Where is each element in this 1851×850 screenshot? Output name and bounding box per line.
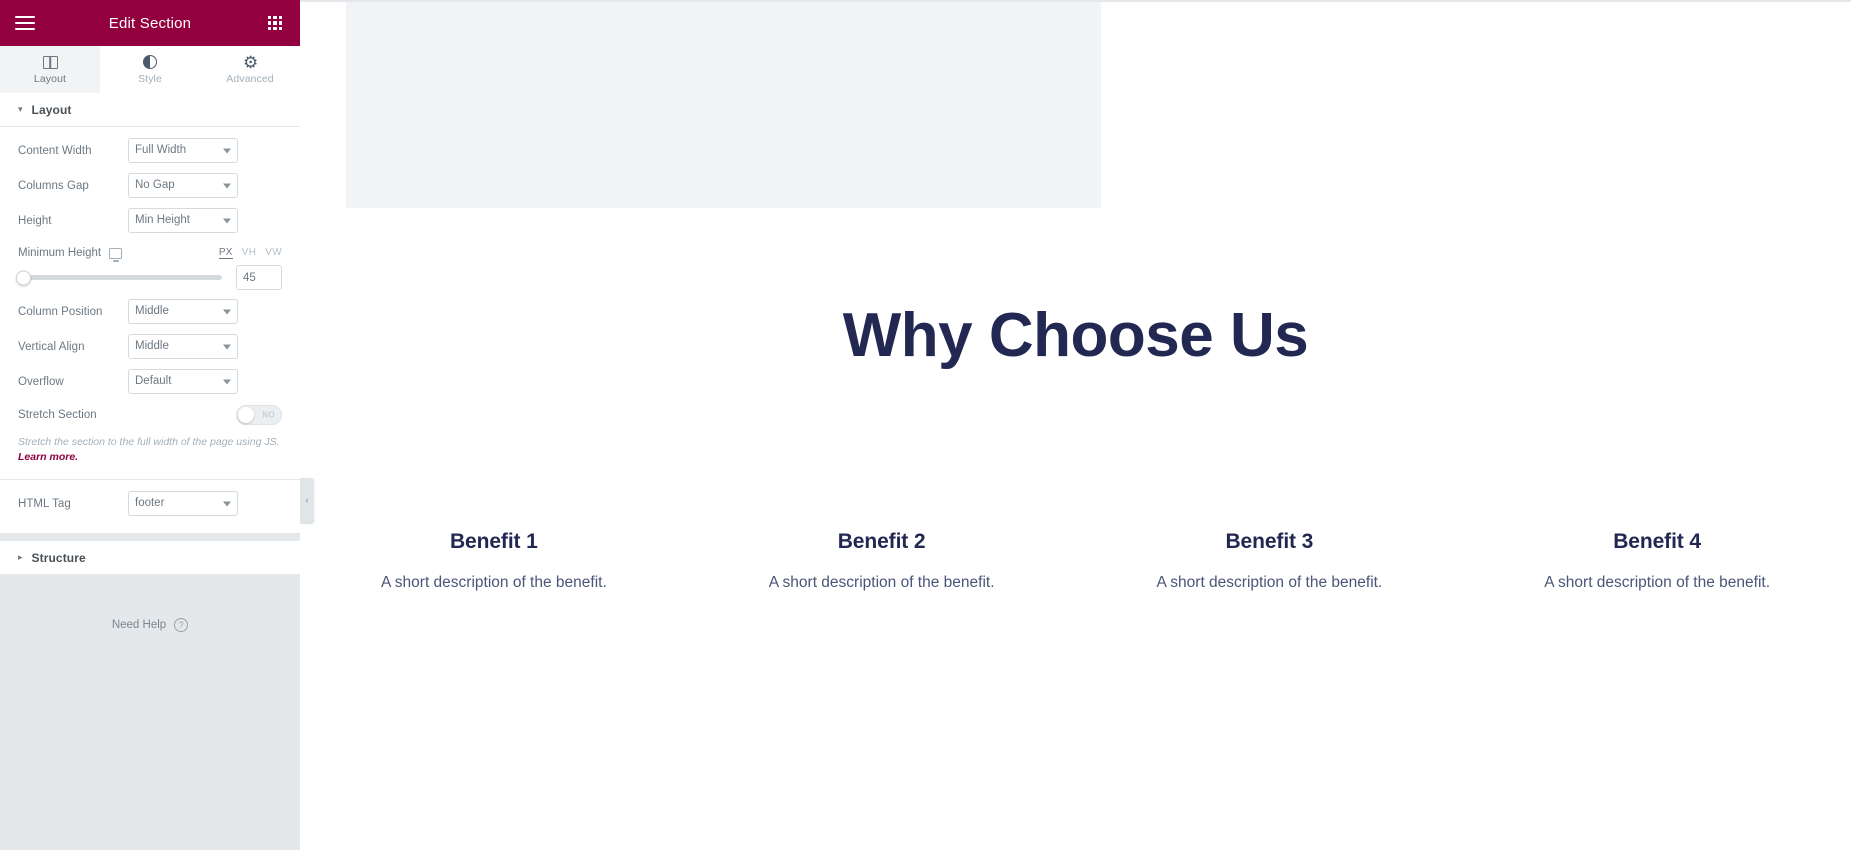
panel-tabs: Layout Style Advanced bbox=[0, 46, 300, 93]
need-help-button[interactable]: Need Help ? bbox=[0, 575, 300, 676]
benefit-column[interactable]: Benefit 3 A short description of the ben… bbox=[1076, 530, 1464, 592]
panel-body: ▾ Layout Content Width Full Width Column… bbox=[0, 93, 300, 850]
content-width-select-wrap: Full Width bbox=[128, 138, 238, 163]
control-minimum-height-slider-row bbox=[0, 259, 300, 294]
content-width-select[interactable]: Full Width bbox=[128, 138, 238, 163]
height-select[interactable]: Min Height bbox=[128, 208, 238, 233]
overflow-label: Overflow bbox=[18, 375, 64, 388]
panel-title: Edit Section bbox=[108, 14, 192, 32]
grid-apps-icon[interactable] bbox=[264, 12, 286, 34]
benefit-title: Benefit 1 bbox=[449, 530, 538, 553]
editor-panel: Edit Section Layout Style Advanced ▾ L bbox=[0, 0, 300, 850]
minimum-height-slider[interactable] bbox=[16, 270, 222, 285]
tab-advanced-label: Advanced bbox=[226, 72, 274, 85]
minimum-height-label: Minimum Height bbox=[18, 247, 102, 259]
benefits-row: Benefit 1 A short description of the ben… bbox=[300, 530, 1851, 592]
section-title-layout: Layout bbox=[31, 102, 72, 117]
tab-advanced[interactable]: Advanced bbox=[200, 46, 300, 93]
panel-spacer bbox=[0, 533, 300, 542]
need-help-label: Need Help bbox=[111, 619, 167, 632]
control-divider bbox=[0, 479, 300, 481]
learn-more-link[interactable]: Learn more. bbox=[18, 451, 78, 463]
html-tag-select[interactable]: footer bbox=[128, 491, 238, 517]
layout-controls: Content Width Full Width Columns Gap No … bbox=[0, 127, 300, 534]
section-header-layout[interactable]: ▾ Layout bbox=[0, 93, 300, 127]
tab-layout[interactable]: Layout bbox=[0, 46, 100, 93]
panel-header: Edit Section bbox=[0, 0, 300, 46]
benefit-description: A short description of the benefit. bbox=[768, 574, 995, 591]
stretch-description-text: Stretch the section to the full width of… bbox=[18, 436, 280, 448]
column-position-select-wrap: Middle bbox=[128, 299, 238, 324]
height-select-wrap: Min Height bbox=[128, 208, 238, 233]
vertical-align-select-wrap: Middle bbox=[128, 334, 238, 359]
control-height: Height Min Height bbox=[0, 203, 300, 238]
slider-handle[interactable] bbox=[16, 270, 31, 285]
content-width-label: Content Width bbox=[18, 144, 92, 157]
control-content-width: Content Width Full Width bbox=[0, 133, 300, 168]
layout-columns-icon bbox=[42, 55, 58, 70]
tab-style[interactable]: Style bbox=[100, 46, 200, 93]
columns-gap-select[interactable]: No Gap bbox=[128, 173, 238, 198]
unit-vw[interactable]: VW bbox=[265, 247, 282, 259]
unit-switcher: PX VH VW bbox=[218, 247, 282, 259]
unit-px[interactable]: PX bbox=[218, 247, 233, 259]
control-columns-gap: Columns Gap No Gap bbox=[0, 168, 300, 203]
columns-gap-label: Columns Gap bbox=[18, 179, 89, 192]
gear-icon bbox=[243, 55, 257, 70]
stretch-section-description: Stretch the section to the full width of… bbox=[0, 431, 300, 475]
columns-gap-select-wrap: No Gap bbox=[128, 173, 238, 198]
elementor-editor: Edit Section Layout Style Advanced ▾ L bbox=[0, 0, 1851, 850]
page-title: Why Choose Us bbox=[842, 301, 1309, 370]
benefit-description: A short description of the benefit. bbox=[1156, 574, 1383, 591]
question-mark-icon: ? bbox=[174, 618, 189, 633]
benefit-title: Benefit 3 bbox=[1225, 530, 1314, 553]
chevron-right-icon: ▸ bbox=[18, 552, 23, 563]
placeholder-section-block[interactable] bbox=[346, 2, 1101, 208]
panel-collapse-handle[interactable]: ‹ bbox=[300, 478, 314, 524]
benefit-description: A short description of the benefit. bbox=[381, 574, 607, 591]
toggle-state-label: NO bbox=[262, 410, 275, 420]
unit-vh[interactable]: VH bbox=[242, 247, 257, 259]
toggle-knob bbox=[238, 407, 254, 423]
overflow-select[interactable]: Default bbox=[128, 369, 238, 394]
vertical-align-select[interactable]: Middle bbox=[128, 334, 238, 359]
desktop-monitor-icon[interactable] bbox=[109, 247, 123, 259]
minimum-height-input[interactable] bbox=[236, 265, 282, 290]
tab-layout-label: Layout bbox=[33, 72, 67, 85]
vertical-align-label: Vertical Align bbox=[18, 340, 85, 353]
control-overflow: Overflow Default bbox=[0, 364, 300, 399]
page-preview-canvas: Why Choose Us Benefit 1 A short descript… bbox=[300, 0, 1851, 850]
benefit-description: A short description of the benefit. bbox=[1544, 574, 1770, 591]
stretch-section-label: Stretch Section bbox=[18, 409, 97, 421]
html-tag-label: HTML Tag bbox=[18, 497, 71, 510]
contrast-circle-icon bbox=[143, 55, 157, 70]
overflow-select-wrap: Default bbox=[128, 369, 238, 394]
chevron-down-icon: ▾ bbox=[18, 104, 23, 114]
control-vertical-align: Vertical Align Middle bbox=[0, 329, 300, 364]
control-html-tag: HTML Tag footer bbox=[0, 486, 300, 521]
benefit-title: Benefit 4 bbox=[1613, 530, 1702, 553]
column-position-select[interactable]: Middle bbox=[128, 299, 238, 324]
control-column-position: Column Position Middle bbox=[0, 294, 300, 329]
section-header-structure[interactable]: ▸ Structure bbox=[0, 541, 300, 576]
column-position-label: Column Position bbox=[18, 305, 103, 318]
height-label: Height bbox=[18, 214, 52, 227]
control-minimum-height-header: Minimum Height PX VH VW bbox=[0, 238, 300, 259]
hero-section[interactable]: Why Choose Us bbox=[300, 300, 1851, 371]
section-title-structure: Structure bbox=[31, 550, 86, 565]
hamburger-icon[interactable] bbox=[14, 12, 36, 34]
tab-style-label: Style bbox=[138, 72, 162, 85]
chevron-left-icon: ‹ bbox=[305, 495, 309, 506]
benefit-column[interactable]: Benefit 1 A short description of the ben… bbox=[300, 530, 688, 592]
benefit-column[interactable]: Benefit 4 A short description of the ben… bbox=[1463, 530, 1851, 592]
benefit-column[interactable]: Benefit 2 A short description of the ben… bbox=[688, 530, 1076, 592]
benefit-title: Benefit 2 bbox=[837, 530, 926, 553]
control-stretch-section: Stretch Section NO bbox=[0, 399, 300, 431]
html-tag-select-wrap: footer bbox=[128, 491, 238, 517]
stretch-section-toggle[interactable]: NO bbox=[236, 405, 282, 425]
